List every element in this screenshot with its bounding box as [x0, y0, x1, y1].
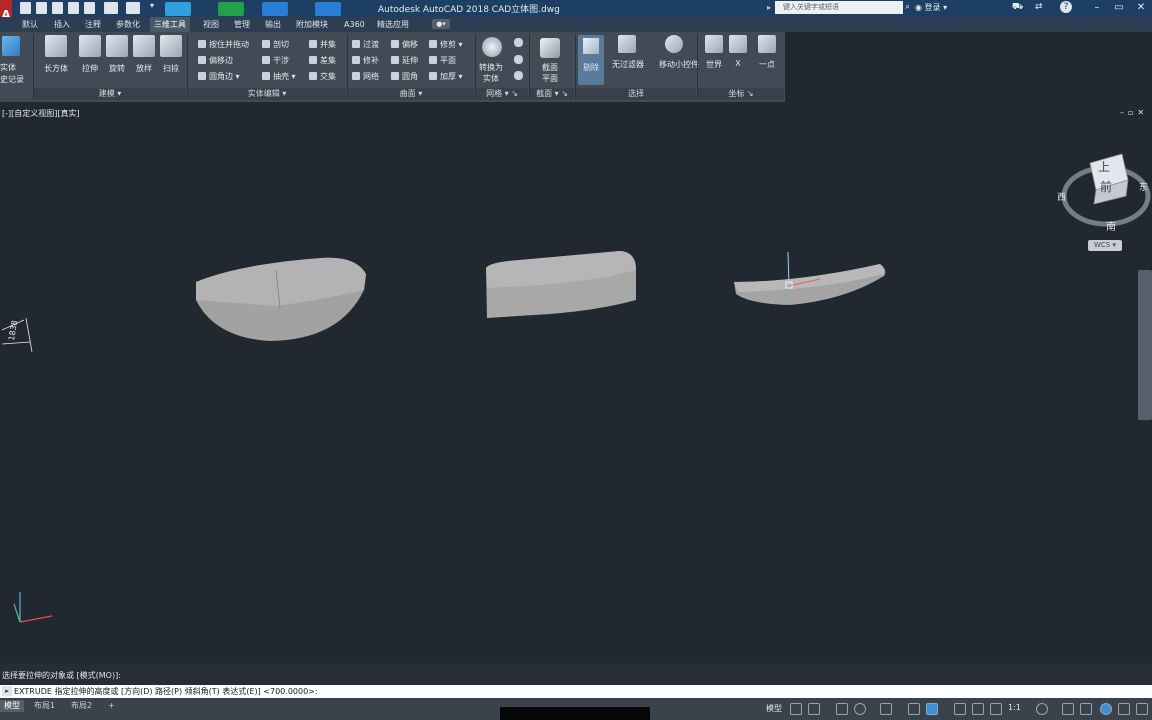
solid-object-2[interactable]	[486, 251, 636, 318]
navigation-bar[interactable]	[1138, 270, 1152, 420]
layout-tab-1[interactable]: 布局1	[30, 700, 59, 712]
customization-icon[interactable]	[1136, 703, 1148, 715]
isolate-icon[interactable]	[926, 703, 938, 715]
hardware-acceleration-icon[interactable]	[1080, 703, 1092, 715]
annotation-visibility-icon[interactable]	[972, 703, 984, 715]
overlay-bar	[500, 707, 650, 720]
viewcube-front-label[interactable]: 前	[1100, 178, 1112, 195]
model-space[interactable]	[0, 0, 1152, 720]
ortho-icon[interactable]	[836, 703, 848, 715]
layout-tab-model[interactable]: 模型	[0, 700, 24, 712]
isolate-objects-icon[interactable]	[1100, 703, 1112, 715]
polar-icon[interactable]	[854, 703, 866, 715]
command-history-text: 选择要拉伸的对象或 [模式(MO)]:	[2, 671, 121, 680]
clean-screen-icon[interactable]	[1118, 703, 1130, 715]
wcs-label: WCS	[1093, 241, 1111, 249]
command-customize-icon[interactable]: ▸	[2, 686, 12, 696]
wcs-menu[interactable]: WCS ▾	[1088, 240, 1122, 251]
annotation-icon[interactable]	[954, 703, 966, 715]
layout-tab-2[interactable]: 布局2	[67, 700, 96, 712]
solid-object-3[interactable]	[734, 264, 886, 305]
add-layout-button[interactable]: +	[104, 700, 119, 712]
grid-icon[interactable]	[790, 703, 802, 715]
ucs-icon	[13, 592, 53, 623]
command-history	[0, 663, 1152, 685]
osnap-icon[interactable]	[880, 703, 892, 715]
snap-icon[interactable]	[808, 703, 820, 715]
viewcube-south-label[interactable]: 南	[1106, 218, 1116, 233]
plus-icon[interactable]	[1062, 703, 1074, 715]
autoscale-icon[interactable]	[990, 703, 1002, 715]
gear-icon[interactable]	[1036, 703, 1048, 715]
lineweight-icon[interactable]	[908, 703, 920, 715]
viewcube-top-label[interactable]: 上	[1098, 158, 1110, 175]
model-space-button[interactable]: 模型	[766, 703, 782, 714]
annotation-scale[interactable]: 1:1	[1008, 703, 1021, 712]
viewcube-east-label[interactable]: 东	[1139, 180, 1148, 193]
command-prompt: EXTRUDE 指定拉伸的高度或 [方向(D) 路径(P) 倾斜角(T) 表达式…	[14, 687, 318, 696]
solid-object-1[interactable]	[196, 257, 366, 341]
viewcube-west-label[interactable]: 西	[1057, 190, 1066, 203]
